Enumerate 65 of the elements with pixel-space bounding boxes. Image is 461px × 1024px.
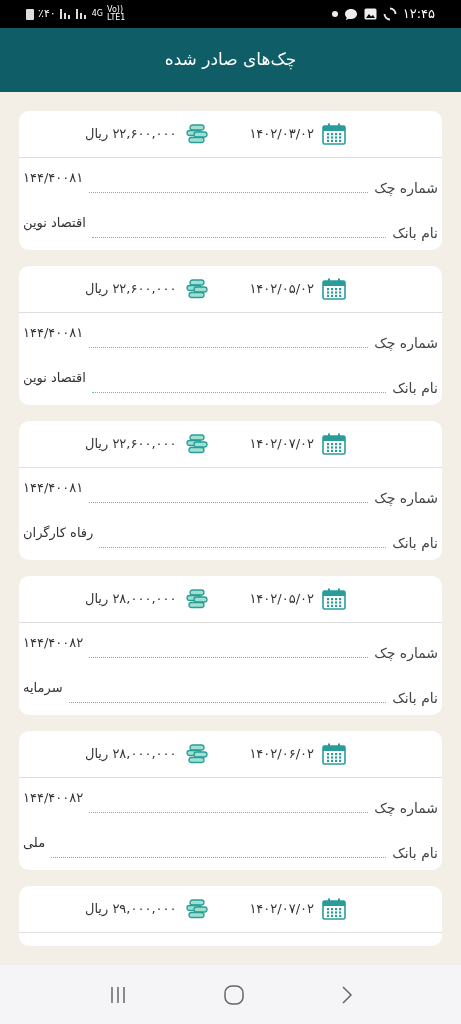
- recent-apps-icon[interactable]: [108, 985, 127, 1004]
- volte-label: Vo)) LTE1: [107, 6, 127, 22]
- coins-icon: [184, 434, 209, 454]
- field-value: ملی: [23, 833, 46, 852]
- back-icon[interactable]: [340, 985, 353, 1004]
- home-icon[interactable]: [223, 984, 244, 1005]
- network-type: 4G: [91, 8, 104, 20]
- field-value: ۱۴۴/۴۰۰۸۲: [23, 633, 84, 652]
- check-amount: ۲۲,۶۰۰,۰۰۰ ریال: [84, 435, 177, 454]
- check-amount: ۲۲,۶۰۰,۰۰۰ ریال: [84, 125, 177, 144]
- field-label: نام بانک: [392, 224, 438, 243]
- field-value: رفاه کارگران: [23, 523, 94, 542]
- sync-icon: [382, 7, 397, 21]
- check-date: ۱۴۰۲/۰۵/۰۲: [249, 590, 314, 609]
- coins-icon: [184, 589, 209, 609]
- field-label: نام بانک: [392, 844, 438, 863]
- check-card[interactable]: ۱۴۰۲/۰۶/۰۲ ۲۸,۰۰۰,۰۰۰ ریال شماره چک ۱۴۴/۴۰۰۸۲ نام بانک ملی: [19, 731, 442, 870]
- calendar-icon: [322, 588, 346, 610]
- coins-icon: [184, 124, 209, 144]
- check-amount: ۲۸,۰۰۰,۰۰۰ ریال: [84, 590, 177, 609]
- chat-bubble-icon: [343, 7, 358, 21]
- field-label: شماره چک: [374, 179, 438, 199]
- check-card[interactable]: ۱۴۰۲/۰۳/۰۲ ۲۲,۶۰۰,۰۰۰ ریال شماره چک ۱۴۴/۴۰۰۸۱ نام بانک اقتصاد نوین: [19, 111, 442, 250]
- field-value: اقتصاد نوین: [23, 368, 86, 387]
- field-label: نام بانک: [392, 534, 438, 553]
- field-value: ۱۴۴/۴۰۰۸۱: [23, 478, 84, 497]
- page-title: چک‌های صادر شده: [164, 48, 297, 72]
- check-card[interactable]: ۱۴۰۲/۰۷/۰۲ ۲۲,۶۰۰,۰۰۰ ریال شماره چک ۱۴۴/۴۰۰۸۱ نام بانک رفاه کارگران: [19, 421, 442, 560]
- check-card[interactable]: ۱۴۰۲/۰۵/۰۲ ۲۲,۶۰۰,۰۰۰ ریال شماره چک ۱۴۴/۴۰۰۸۱ نام بانک اقتصاد نوین: [19, 266, 442, 405]
- field-label: نام بانک: [392, 689, 438, 708]
- coins-icon: [184, 744, 209, 764]
- field-label: شماره چک: [374, 334, 438, 354]
- signal-icon: [59, 9, 72, 19]
- check-date: ۱۴۰۲/۰۳/۰۲: [249, 125, 314, 144]
- signal-icon: [75, 9, 88, 19]
- check-date: ۱۴۰۲/۰۷/۰۲: [249, 900, 314, 919]
- battery-level: ٪۴۰: [38, 5, 56, 22]
- check-date: ۱۴۰۲/۰۵/۰۲: [249, 280, 314, 299]
- calendar-icon: [322, 898, 346, 920]
- calendar-icon: [322, 123, 346, 145]
- field-label: شماره چک: [374, 799, 438, 819]
- image-icon: [363, 8, 377, 20]
- calendar-icon: [322, 278, 346, 300]
- check-card[interactable]: ۱۴۰۲/۰۷/۰۲ ۲۹,۰۰۰,۰۰۰ ریال: [19, 886, 442, 946]
- check-amount: ۲۸,۰۰۰,۰۰۰ ریال: [84, 745, 177, 764]
- field-value: ۱۴۴/۴۰۰۸۱: [23, 323, 84, 342]
- check-date: ۱۴۰۲/۰۷/۰۲: [249, 435, 314, 454]
- check-card[interactable]: ۱۴۰۲/۰۵/۰۲ ۲۸,۰۰۰,۰۰۰ ریال شماره چک ۱۴۴/۴۰۰۸۲ نام بانک سرمایه: [19, 576, 442, 715]
- field-label: نام بانک: [392, 379, 438, 398]
- check-date: ۱۴۰۲/۰۶/۰۲: [249, 745, 314, 764]
- calendar-icon: [322, 433, 346, 455]
- clock: ۱۲:۴۵: [402, 5, 435, 24]
- check-amount: ۲۲,۶۰۰,۰۰۰ ریال: [84, 280, 177, 299]
- field-value: ۱۴۴/۴۰۰۸۲: [23, 788, 84, 807]
- check-amount: ۲۹,۰۰۰,۰۰۰ ریال: [84, 900, 177, 919]
- calendar-icon: [322, 743, 346, 765]
- field-label: شماره چک: [374, 489, 438, 509]
- field-label: شماره چک: [374, 644, 438, 664]
- coins-icon: [184, 899, 209, 919]
- battery-icon: [26, 8, 34, 20]
- notification-dot-icon: [331, 11, 338, 17]
- field-value: ۱۴۴/۴۰۰۸۱: [23, 168, 84, 187]
- coins-icon: [184, 279, 209, 299]
- field-value: سرمایه: [23, 678, 63, 697]
- field-value: اقتصاد نوین: [23, 213, 86, 232]
